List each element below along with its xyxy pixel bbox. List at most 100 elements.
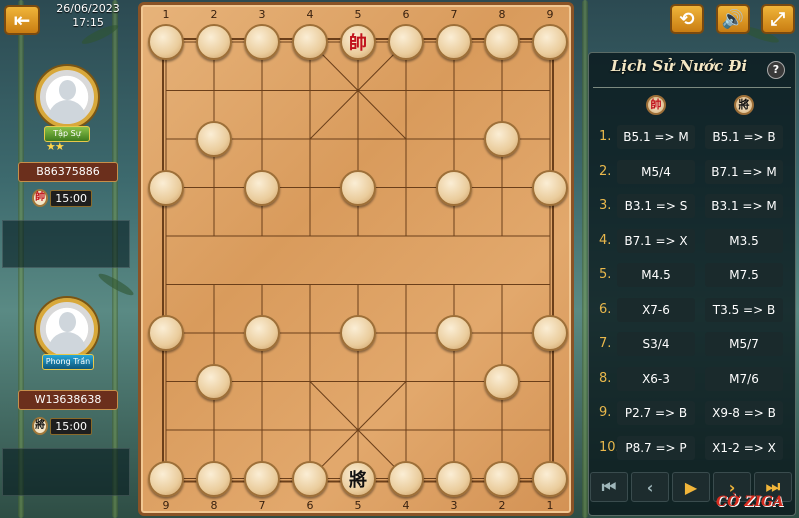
hidden-piece[interactable]: [484, 121, 520, 157]
player-name: W13638638: [18, 390, 118, 410]
hidden-piece[interactable]: [436, 315, 472, 351]
hidden-piece[interactable]: [532, 460, 568, 497]
move-row[interactable]: 2. M5/4 B7.1 => M: [589, 158, 797, 186]
move-number: 2.: [599, 163, 612, 179]
black-move[interactable]: M5/7: [705, 332, 783, 356]
red-move[interactable]: S3/4: [617, 332, 695, 356]
hidden-piece[interactable]: [244, 315, 280, 351]
watermark-logo: CỜ ZIGA: [716, 494, 784, 510]
hidden-piece[interactable]: [196, 24, 232, 60]
move-number: 6.: [599, 301, 612, 317]
hidden-piece[interactable]: [196, 121, 232, 157]
chat-box: [2, 448, 130, 496]
file-label: 7: [450, 8, 458, 21]
bottom-player-panel: Phong Trần W13638638 將 15:00: [0, 260, 134, 518]
hidden-piece[interactable]: [292, 24, 328, 60]
red-move[interactable]: M5/4: [617, 159, 695, 184]
rank-stars: ★★: [46, 140, 65, 153]
hidden-piece[interactable]: [484, 363, 520, 400]
move-row[interactable]: 4. B7.1 => X M3.5: [589, 227, 797, 255]
avatar[interactable]: [36, 298, 98, 360]
move-row[interactable]: 9. P2.7 => B X9-8 => B: [589, 399, 797, 427]
red-move[interactable]: P2.7 => B: [617, 401, 695, 425]
black-move[interactable]: X9-8 => B: [705, 401, 783, 425]
hidden-piece[interactable]: [148, 24, 184, 60]
red-move[interactable]: X7-6: [617, 297, 695, 322]
rotate-board-button[interactable]: ⟲: [670, 4, 704, 34]
red-move[interactable]: B7.1 => X: [617, 228, 695, 253]
hidden-piece[interactable]: [436, 24, 472, 60]
hidden-piece[interactable]: [340, 315, 376, 351]
move-row[interactable]: 3. B3.1 => S B3.1 => M: [589, 192, 797, 220]
file-label: 5: [354, 499, 362, 512]
hidden-piece[interactable]: [196, 460, 232, 497]
black-move[interactable]: B7.1 => M: [705, 159, 783, 184]
black-move[interactable]: B5.1 => B: [705, 125, 783, 149]
black-general-piece[interactable]: 將: [340, 460, 376, 497]
move-number: 4.: [599, 232, 612, 248]
move-row[interactable]: 10. P8.7 => P X1-2 => X: [589, 434, 797, 462]
hidden-piece[interactable]: [484, 24, 520, 60]
file-label: 8: [210, 499, 218, 512]
file-label: 3: [258, 8, 266, 21]
hidden-piece[interactable]: [244, 460, 280, 497]
red-move[interactable]: B3.1 => S: [617, 194, 695, 218]
hidden-piece[interactable]: [148, 315, 184, 351]
board-grid: [162, 38, 554, 483]
move-row[interactable]: 1. B5.1 => M B5.1 => B: [589, 123, 797, 151]
hidden-piece[interactable]: [436, 169, 472, 206]
file-label: 6: [306, 499, 314, 512]
timer-text: 15:00: [50, 189, 92, 207]
move-number: 9.: [599, 405, 612, 420]
move-row[interactable]: 5. M4.5 M7.5: [589, 261, 797, 289]
avatar[interactable]: [36, 66, 98, 128]
first-move-button[interactable]: ⏮: [590, 472, 628, 502]
play-button[interactable]: ▶: [672, 472, 710, 502]
red-general-piece[interactable]: 帥: [340, 24, 376, 60]
hidden-piece[interactable]: [532, 24, 568, 60]
black-move[interactable]: M7.5: [705, 263, 783, 287]
move-number: 7.: [599, 336, 612, 351]
timer-text: 15:00: [50, 417, 92, 435]
fullscreen-button[interactable]: ⤢: [761, 4, 795, 34]
hidden-piece[interactable]: [196, 363, 232, 400]
black-general-icon: 將: [734, 95, 754, 115]
hidden-piece[interactable]: [148, 169, 184, 206]
hidden-piece[interactable]: [148, 460, 184, 497]
chevron-left-icon: ‹: [646, 477, 654, 497]
black-move[interactable]: M7/6: [705, 366, 783, 391]
play-icon: ▶: [684, 477, 698, 497]
black-move[interactable]: X1-2 => X: [705, 435, 783, 460]
red-move[interactable]: M4.5: [617, 263, 695, 287]
hidden-piece[interactable]: [532, 169, 568, 206]
black-move[interactable]: M3.5: [705, 228, 783, 253]
fullscreen-icon: ⤢: [770, 8, 786, 30]
black-move[interactable]: T3.5 => B: [705, 297, 783, 322]
hidden-piece[interactable]: [484, 460, 520, 497]
previous-move-button[interactable]: ‹: [631, 472, 669, 502]
hidden-piece[interactable]: [244, 169, 280, 206]
sound-button[interactable]: 🔊: [716, 4, 750, 34]
move-number: 8.: [599, 370, 612, 386]
black-move[interactable]: B3.1 => M: [705, 194, 783, 218]
red-move[interactable]: X6-3: [617, 366, 695, 391]
red-move[interactable]: P8.7 => P: [617, 435, 695, 460]
red-move[interactable]: B5.1 => M: [617, 125, 695, 149]
hidden-piece[interactable]: [436, 460, 472, 497]
move-row[interactable]: 8. X6-3 M7/6: [589, 365, 797, 393]
move-row[interactable]: 6. X7-6 T3.5 => B: [589, 296, 797, 324]
red-general-icon: 帥: [32, 189, 49, 207]
hidden-piece[interactable]: [532, 315, 568, 351]
move-row[interactable]: 7. S3/4 M5/7: [589, 330, 797, 358]
top-player-panel: Tập Sự ★★ B86375886 帥 15:00: [0, 0, 134, 268]
hidden-piece[interactable]: [388, 24, 424, 60]
file-label: 1: [546, 499, 554, 512]
hidden-piece[interactable]: [292, 460, 328, 497]
speaker-icon: 🔊: [721, 8, 745, 30]
file-label: 4: [402, 499, 410, 512]
help-button[interactable]: ?: [767, 61, 785, 79]
xiangqi-board[interactable]: 1 2 3 4 5 6 7 8 9 9 8 7 6 5 4 3 2 1 帥將: [138, 2, 574, 516]
hidden-piece[interactable]: [388, 460, 424, 497]
hidden-piece[interactable]: [244, 24, 280, 60]
hidden-piece[interactable]: [340, 169, 376, 206]
